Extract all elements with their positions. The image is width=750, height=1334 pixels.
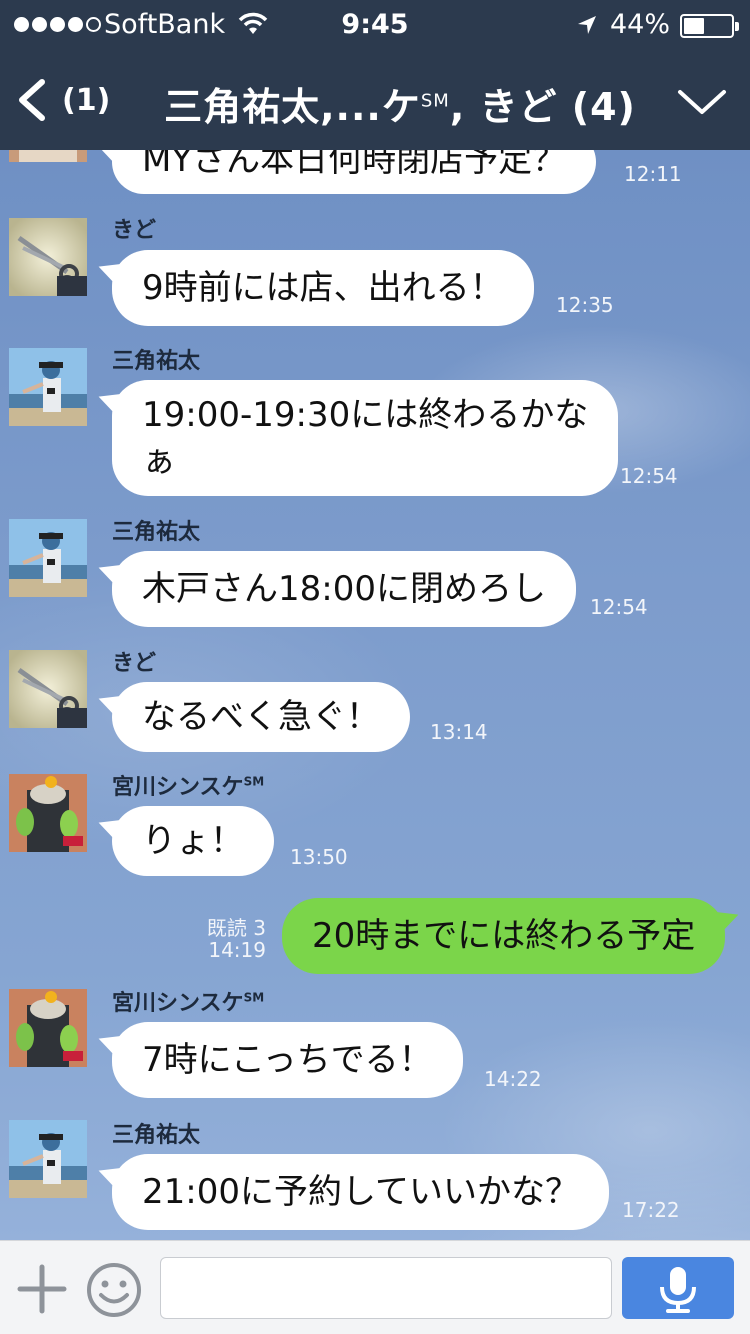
- chevron-left-icon: [19, 79, 45, 121]
- message-bubble[interactable]: 9時前には店、出れる！: [112, 250, 534, 326]
- chat-title-tail: , きど (4): [449, 85, 636, 129]
- message-text: なるべく急ぐ！: [142, 697, 380, 737]
- message-text-line: ぁ: [142, 441, 176, 481]
- message-bubble[interactable]: 21:00に予約していいかな？: [112, 1154, 609, 1230]
- input-bar: [0, 1240, 750, 1334]
- beach-person-photo-icon: [9, 519, 87, 597]
- bald-hat-photo-icon: [9, 150, 87, 162]
- avatar[interactable]: [9, 519, 87, 597]
- scissors-photo-icon: [9, 650, 87, 728]
- avatar[interactable]: [9, 150, 87, 162]
- parrots-photo-icon: [9, 989, 87, 1067]
- plus-icon: [17, 1264, 67, 1314]
- message-bubble-outgoing[interactable]: 20時までには終わる予定: [282, 898, 726, 974]
- expand-menu-button[interactable]: [672, 80, 732, 124]
- chat-header: SoftBank 9:45 44% (1) 三角祐太,...ケSM, きど (4…: [0, 0, 750, 150]
- message-time: 13:50: [290, 845, 348, 869]
- add-attachment-button[interactable]: [16, 1263, 68, 1315]
- message-time: 14:22: [484, 1067, 542, 1091]
- chat-title[interactable]: 三角祐太,...ケSM, きど (4): [140, 76, 660, 131]
- chevron-down-icon: [678, 90, 726, 114]
- battery-icon: [680, 14, 739, 38]
- message-bubble[interactable]: なるべく急ぐ！: [112, 682, 410, 752]
- message-time: 17:22: [622, 1198, 680, 1222]
- location-arrow-icon: [578, 16, 596, 34]
- chat-title-main: 三角祐太,...ケ: [164, 85, 421, 129]
- message-bubble[interactable]: MYさん本日何時閉店予定？: [112, 150, 597, 194]
- message-text: 21:00に予約していいかな？: [142, 1172, 579, 1212]
- message-time: 13:14: [430, 720, 488, 744]
- avatar[interactable]: [9, 348, 87, 426]
- sender-name: きど: [112, 651, 157, 676]
- message-input[interactable]: [160, 1257, 612, 1319]
- sender-name: 宮川シンスケSM: [112, 774, 265, 800]
- emoji-button[interactable]: [86, 1262, 142, 1318]
- message-time: 12:54: [620, 464, 678, 488]
- message-bubble[interactable]: りょ！: [112, 806, 274, 876]
- read-receipt: 既読 3: [206, 916, 266, 940]
- chat-area[interactable]: MYさん本日何時閉店予定？ 12:11 きど 9時前には店、出れる！ 12:35: [0, 150, 750, 1240]
- chat-title-sm: SM: [420, 90, 450, 112]
- message-text: 7時にこっちでる！: [142, 1040, 433, 1080]
- beach-person-photo-icon: [9, 1120, 87, 1198]
- microphone-icon: [660, 1267, 696, 1313]
- message-bubble[interactable]: 木戸さん18:00に閉めろし: [112, 551, 576, 627]
- back-button[interactable]: (1): [14, 72, 110, 128]
- avatar[interactable]: [9, 774, 87, 852]
- avatar[interactable]: [9, 218, 87, 296]
- message-text: 9時前には店、出れる！: [142, 268, 504, 308]
- emoji-icon: [87, 1263, 141, 1317]
- parrots-photo-icon: [9, 774, 87, 852]
- sender-name: きど: [112, 218, 157, 243]
- sender-name: 三角祐太: [112, 520, 201, 545]
- message-text: 20時までには終わる予定: [312, 916, 696, 956]
- nav-bar: (1) 三角祐太,...ケSM, きど (4): [0, 50, 750, 150]
- message-text-line: 19:00-19:30には終わるかな: [142, 395, 589, 435]
- status-bar: SoftBank 9:45 44%: [0, 0, 750, 50]
- voice-message-button[interactable]: [622, 1257, 734, 1319]
- unread-count: (1): [62, 82, 111, 118]
- battery-fill: [684, 18, 704, 34]
- sender-name: 宮川シンスケSM: [112, 990, 265, 1016]
- sender-name: 三角祐太: [112, 349, 201, 374]
- message-time: 14:19: [208, 938, 266, 962]
- avatar[interactable]: [9, 1120, 87, 1198]
- battery-percent: 44%: [610, 9, 671, 40]
- message-text: 木戸さん18:00に閉めろし: [142, 569, 546, 609]
- message-text: りょ！: [142, 821, 244, 861]
- beach-person-photo-icon: [9, 348, 87, 426]
- message-bubble[interactable]: 7時にこっちでる！: [112, 1022, 463, 1098]
- message-bubble[interactable]: 19:00-19:30には終わるかな ぁ: [112, 380, 619, 496]
- avatar[interactable]: [9, 989, 87, 1067]
- message-time: 12:35: [556, 293, 614, 317]
- message-time: 12:54: [590, 595, 648, 619]
- message-time: 12:11: [624, 162, 682, 186]
- sender-name: 三角祐太: [112, 1123, 201, 1148]
- message-text: MYさん本日何時閉店予定？: [142, 150, 567, 180]
- scissors-photo-icon: [9, 218, 87, 296]
- avatar[interactable]: [9, 650, 87, 728]
